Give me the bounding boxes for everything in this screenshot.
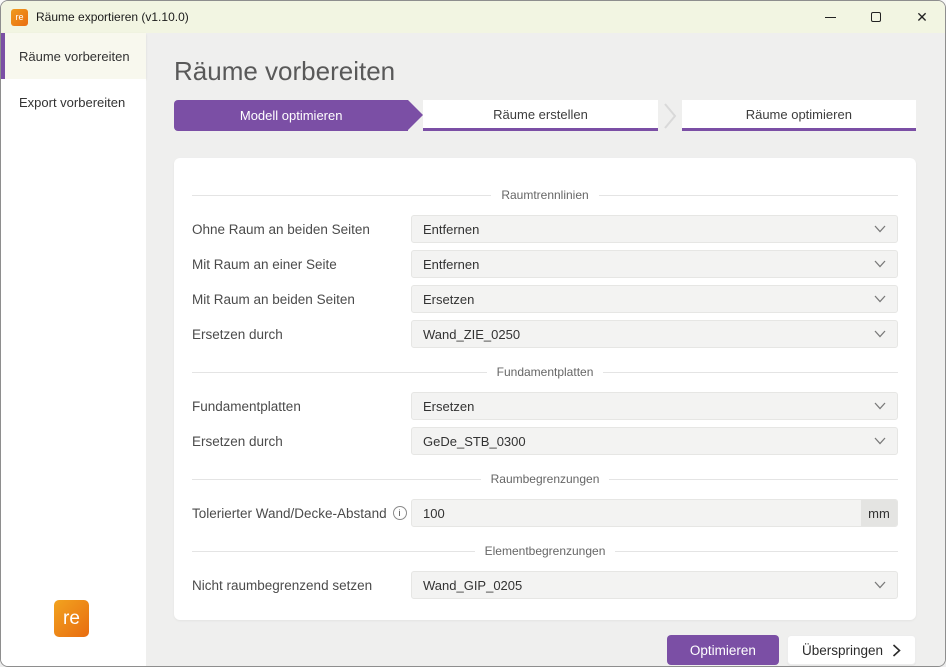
dropdown-ersetzen-durch-wand[interactable]: Wand_ZIE_0250 xyxy=(411,320,898,348)
divider-line xyxy=(599,195,898,196)
optimieren-button[interactable]: Optimieren xyxy=(667,635,779,665)
sidebar-item-label: Räume vorbereiten xyxy=(19,49,130,64)
section-title: Elementbegrenzungen xyxy=(475,544,616,558)
app-icon: re xyxy=(11,9,28,26)
app-window: re Räume exportieren (v1.10.0) ✕ Räume v… xyxy=(0,0,946,667)
minimize-button[interactable] xyxy=(807,1,853,33)
chevron-down-icon xyxy=(874,260,886,268)
step-separator xyxy=(658,100,682,131)
section-divider-raumbegrenzungen: Raumbegrenzungen xyxy=(192,472,898,486)
abstand-input[interactable] xyxy=(412,500,861,526)
page-title: Räume vorbereiten xyxy=(174,56,916,87)
main-content: Räume vorbereiten Modell optimieren Räum… xyxy=(146,33,946,667)
field-label: Ohne Raum an beiden Seiten xyxy=(192,222,411,237)
step-label: Räume erstellen xyxy=(493,107,588,122)
divider-line xyxy=(192,479,481,480)
form-row-ersetzen-durch-1: Ersetzen durch Wand_ZIE_0250 xyxy=(192,320,898,348)
section-title: Raumbegrenzungen xyxy=(481,472,610,486)
unit-label: mm xyxy=(861,500,897,526)
step-arrow-icon xyxy=(408,100,423,130)
ueberspringen-button[interactable]: Überspringen xyxy=(787,635,916,665)
dropdown-value: Ersetzen xyxy=(423,399,874,414)
field-label-text: Tolerierter Wand/Decke-Abstand xyxy=(192,506,387,521)
footer-actions: Optimieren Überspringen xyxy=(174,635,916,665)
maximize-icon xyxy=(871,12,881,22)
divider-line xyxy=(603,372,898,373)
chevron-down-icon xyxy=(874,581,886,589)
form-row-mit-raum-einer-seite: Mit Raum an einer Seite Entfernen xyxy=(192,250,898,278)
dropdown-nicht-raumbegrenzend[interactable]: Wand_GIP_0205 xyxy=(411,571,898,599)
minimize-icon xyxy=(825,17,836,18)
form-card: Raumtrennlinien Ohne Raum an beiden Seit… xyxy=(174,158,916,620)
divider-line xyxy=(192,372,487,373)
step-label: Modell optimieren xyxy=(240,108,343,123)
info-icon[interactable]: i xyxy=(393,506,407,520)
section-title: Raumtrennlinien xyxy=(491,188,598,202)
divider-line xyxy=(192,551,475,552)
section-divider-raumtrennlinien: Raumtrennlinien xyxy=(192,158,898,202)
chevron-down-icon xyxy=(874,295,886,303)
divider-line xyxy=(192,195,491,196)
step-modell-optimieren[interactable]: Modell optimieren xyxy=(174,100,408,131)
app-logo: re xyxy=(54,600,89,637)
step-raeume-erstellen[interactable]: Räume erstellen xyxy=(423,100,657,131)
abstand-input-group: mm xyxy=(411,499,898,527)
sidebar: Räume vorbereiten Export vorbereiten re xyxy=(1,33,146,667)
section-title: Fundamentplatten xyxy=(487,365,604,379)
form-row-tolerierter-abstand: Tolerierter Wand/Decke-Abstand i mm xyxy=(192,499,898,527)
maximize-button[interactable] xyxy=(853,1,899,33)
form-row-mit-raum-beiden-seiten: Mit Raum an beiden Seiten Ersetzen xyxy=(192,285,898,313)
field-label: Mit Raum an beiden Seiten xyxy=(192,292,411,307)
step-label: Räume optimieren xyxy=(746,107,852,122)
field-label: Ersetzen durch xyxy=(192,434,411,449)
field-label: Ersetzen durch xyxy=(192,327,411,342)
sidebar-item-raeume-vorbereiten[interactable]: Räume vorbereiten xyxy=(1,33,146,79)
dropdown-ohne-raum-beide-seiten[interactable]: Entfernen xyxy=(411,215,898,243)
chevron-down-icon xyxy=(874,225,886,233)
dropdown-value: Entfernen xyxy=(423,257,874,272)
field-label: Mit Raum an einer Seite xyxy=(192,257,411,272)
dropdown-mit-raum-beiden-seiten[interactable]: Ersetzen xyxy=(411,285,898,313)
step-raeume-optimieren[interactable]: Räume optimieren xyxy=(682,100,916,131)
form-row-ohne-raum-beide-seiten: Ohne Raum an beiden Seiten Entfernen xyxy=(192,215,898,243)
dropdown-value: Wand_ZIE_0250 xyxy=(423,327,874,342)
chevron-right-icon xyxy=(892,644,901,657)
field-label: Fundamentplatten xyxy=(192,399,411,414)
form-row-ersetzen-durch-2: Ersetzen durch GeDe_STB_0300 xyxy=(192,427,898,455)
close-button[interactable]: ✕ xyxy=(899,1,945,33)
sidebar-item-export-vorbereiten[interactable]: Export vorbereiten xyxy=(1,79,146,125)
titlebar: re Räume exportieren (v1.10.0) ✕ xyxy=(1,1,945,33)
divider-line xyxy=(609,479,898,480)
field-label: Tolerierter Wand/Decke-Abstand i xyxy=(192,506,411,521)
dropdown-fundamentplatten[interactable]: Ersetzen xyxy=(411,392,898,420)
dropdown-mit-raum-einer-seite[interactable]: Entfernen xyxy=(411,250,898,278)
form-row-fundamentplatten: Fundamentplatten Ersetzen xyxy=(192,392,898,420)
sidebar-item-label: Export vorbereiten xyxy=(19,95,125,110)
form-row-nicht-raumbegrenzend: Nicht raumbegrenzend setzen Wand_GIP_020… xyxy=(192,571,898,599)
chevron-down-icon xyxy=(874,437,886,445)
dropdown-value: Ersetzen xyxy=(423,292,874,307)
ueberspringen-label: Überspringen xyxy=(802,643,883,658)
dropdown-value: Entfernen xyxy=(423,222,874,237)
divider-line xyxy=(615,551,898,552)
dropdown-value: Wand_GIP_0205 xyxy=(423,578,874,593)
window-title: Räume exportieren (v1.10.0) xyxy=(36,10,189,24)
wizard-stepper: Modell optimieren Räume erstellen Räume … xyxy=(174,100,916,131)
chevron-right-icon xyxy=(663,103,677,129)
dropdown-value: GeDe_STB_0300 xyxy=(423,434,874,449)
section-divider-elementbegrenzungen: Elementbegrenzungen xyxy=(192,544,898,558)
chevron-down-icon xyxy=(874,330,886,338)
field-label: Nicht raumbegrenzend setzen xyxy=(192,578,411,593)
dropdown-ersetzen-durch-gede[interactable]: GeDe_STB_0300 xyxy=(411,427,898,455)
chevron-down-icon xyxy=(874,402,886,410)
section-divider-fundamentplatten: Fundamentplatten xyxy=(192,365,898,379)
